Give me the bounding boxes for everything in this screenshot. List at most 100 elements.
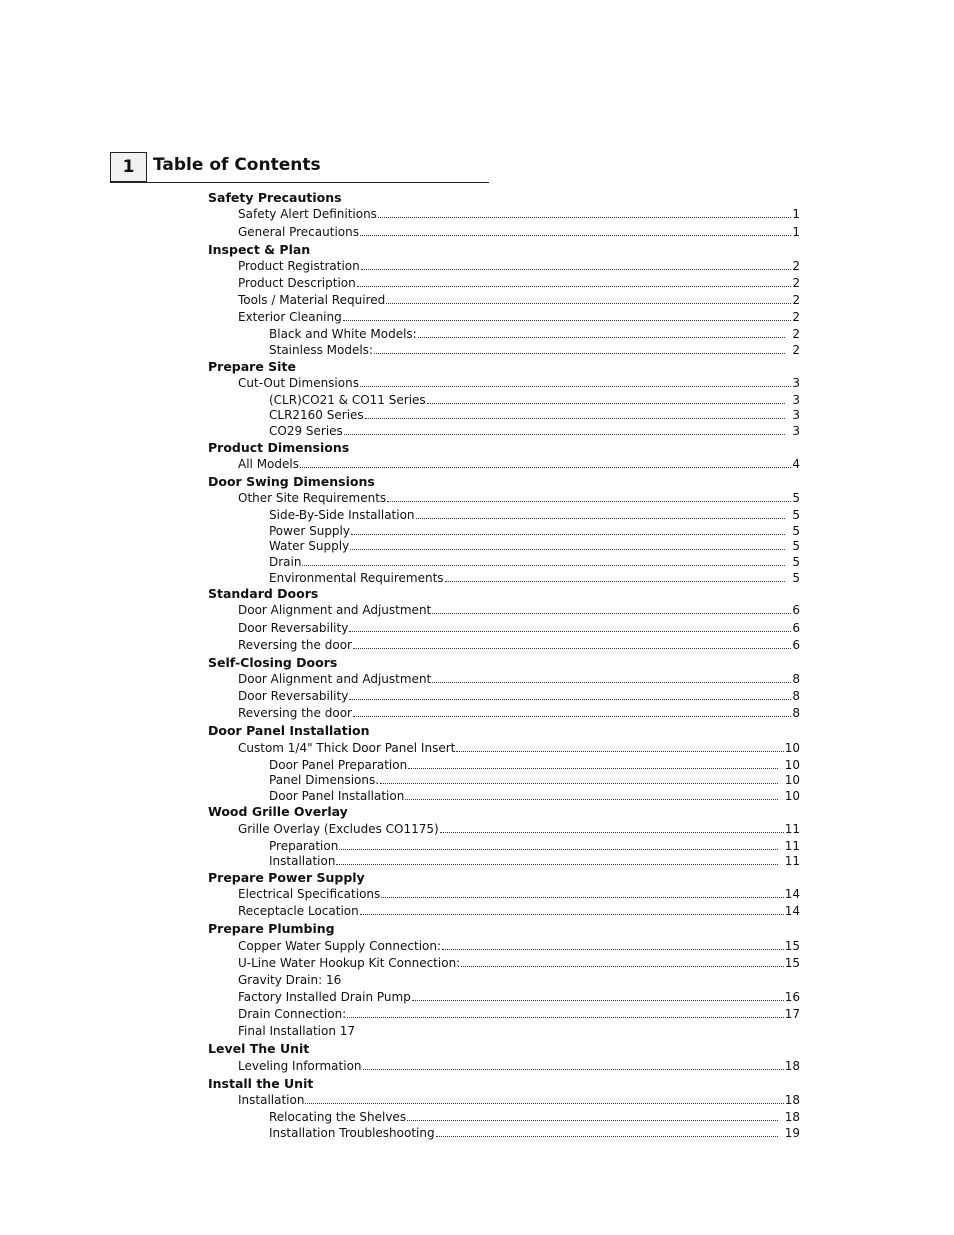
toc-entry[interactable]: Door Reversability 6 (238, 621, 800, 635)
toc-entry[interactable]: (CLR)CO21 & CO11 Series 3 (269, 393, 800, 407)
toc-entry[interactable]: CLR2160 Series 3 (269, 408, 800, 422)
dot-leader (349, 699, 792, 700)
toc-entry-label: Wood Grille Overlay (208, 804, 348, 819)
toc-entry-label: General Precautions (238, 225, 359, 239)
dot-leader (387, 501, 792, 502)
dot-leader (386, 303, 792, 304)
toc-entry[interactable]: Side-By-Side Installation 5 (269, 508, 800, 522)
toc-entry-label: Product Registration (238, 259, 360, 273)
toc-entry[interactable]: Door Alignment and Adjustment 8 (238, 672, 800, 686)
toc-entry[interactable]: Leveling Information 18 (238, 1059, 800, 1073)
toc-entry[interactable]: U-Line Water Hookup Kit Connection: 15 (238, 956, 800, 970)
toc-page-number: 6 (792, 603, 800, 617)
toc-entry[interactable]: Water Supply 5 (269, 539, 800, 553)
dot-leader (405, 799, 778, 800)
toc-entry-label: CO29 Series (269, 424, 343, 438)
toc-entry-label: Reversing the door (238, 706, 352, 720)
toc-entry[interactable]: Installation Troubleshooting 19 (269, 1126, 800, 1140)
toc-entry[interactable]: Relocating the Shelves 18 (269, 1110, 800, 1124)
toc-page-number: 18 (784, 1093, 800, 1107)
toc-entry-label: Power Supply (269, 524, 350, 538)
toc-entry[interactable]: Black and White Models: 2 (269, 327, 800, 341)
title-divider (110, 182, 489, 183)
dot-leader (362, 1069, 784, 1070)
toc-entry[interactable]: General Precautions 1 (238, 225, 800, 239)
dot-leader (439, 832, 784, 833)
toc-entry-label: Exterior Cleaning (238, 310, 342, 324)
toc-entry[interactable]: Tools / Material Required 2 (238, 293, 800, 307)
toc-page-number: 5 (792, 508, 800, 522)
toc-page-number: 15 (784, 939, 800, 953)
toc-entry[interactable]: Safety Alert Definitions 1 (238, 207, 800, 221)
toc-entry[interactable]: Door Panel Installation 10 (269, 789, 800, 803)
toc-page-number: 15 (784, 956, 800, 970)
toc-entry[interactable]: Other Site Requirements 5 (238, 491, 800, 505)
toc-section-heading: Self-Closing Doors (208, 655, 337, 670)
toc-entry-label: Safety Precautions (208, 190, 342, 205)
dot-leader (381, 897, 784, 898)
toc-entry[interactable]: Reversing the door 6 (238, 638, 800, 652)
toc-entry[interactable]: Drain 5 (269, 555, 800, 569)
toc-entry[interactable]: Panel Dimensions. 10 (269, 773, 800, 787)
dot-leader (408, 768, 778, 769)
toc-entry[interactable]: Exterior Cleaning 2 (238, 310, 800, 324)
toc-entry[interactable]: Factory Installed Drain Pump 16 (238, 990, 800, 1004)
toc-entry[interactable]: Cut-Out Dimensions 3 (238, 376, 800, 390)
toc-entry-label: Leveling Information (238, 1059, 362, 1073)
toc-page-number: 5 (792, 555, 800, 569)
toc-entry-label: Door Panel Installation (269, 789, 405, 803)
toc-entry[interactable]: All Models 4 (238, 457, 800, 471)
toc-page-number: 8 (792, 706, 800, 720)
toc-entry-label: Factory Installed Drain Pump (238, 990, 411, 1004)
toc-page-number: 6 (792, 621, 800, 635)
toc-section-heading: Prepare Power Supply (208, 870, 365, 885)
toc-page-number: 1 (792, 225, 800, 239)
toc-entry[interactable]: Installation 18 (238, 1093, 800, 1107)
dot-leader (352, 716, 792, 717)
toc-entry[interactable]: Grille Overlay (Excludes CO1175) 11 (238, 822, 800, 836)
toc-entry[interactable]: Reversing the door 8 (238, 706, 800, 720)
dot-leader (351, 534, 786, 535)
dot-leader (415, 518, 786, 519)
dot-leader (359, 914, 784, 915)
toc-entry[interactable]: Door Alignment and Adjustment 6 (238, 603, 800, 617)
toc-entry[interactable]: Final Installation 17 (238, 1024, 800, 1038)
toc-entry-label: Door Panel Preparation (269, 758, 408, 772)
toc-entry[interactable]: Gravity Drain: 16 (238, 973, 800, 987)
toc-entry[interactable]: Door Reversability 8 (238, 689, 800, 703)
toc-entry[interactable]: Environmental Requirements 5 (269, 571, 800, 585)
toc-entry[interactable]: Door Panel Preparation 10 (269, 758, 800, 772)
toc-entry-label: Custom 1/4" Thick Door Panel Insert (238, 741, 456, 755)
dot-leader (432, 613, 792, 614)
toc-entry[interactable]: Custom 1/4" Thick Door Panel Insert 10 (238, 741, 800, 755)
toc-page-number: 3 (792, 376, 800, 390)
dot-leader (343, 434, 786, 435)
toc-section-heading: Safety Precautions (208, 190, 342, 205)
toc-entry-label: Door Swing Dimensions (208, 474, 375, 489)
toc-entry[interactable]: Electrical Specifications 14 (238, 887, 800, 901)
toc-entry[interactable]: Preparation 11 (269, 839, 800, 853)
dot-leader (432, 682, 792, 683)
toc-entry-label: Drain Connection: (238, 1007, 347, 1021)
toc-entry-label: Door Reversability (238, 689, 349, 703)
dot-leader (417, 337, 786, 338)
toc-entry[interactable]: Installation 11 (269, 854, 800, 868)
toc-page-number: 18 (784, 1059, 800, 1073)
toc-entry[interactable]: Drain Connection: 17 (238, 1007, 800, 1021)
toc-page-number: 11 (784, 854, 800, 868)
toc-section-heading: Prepare Site (208, 359, 296, 374)
toc-entry-label: Relocating the Shelves (269, 1110, 407, 1124)
toc-entry-label: Prepare Power Supply (208, 870, 365, 885)
toc-entry[interactable]: Receptacle Location 14 (238, 904, 800, 918)
chapter-number: 1 (110, 152, 147, 182)
toc-page-number: 16 (784, 990, 800, 1004)
toc-entry-label: CLR2160 Series (269, 408, 364, 422)
toc-entry[interactable]: Power Supply 5 (269, 524, 800, 538)
toc-entry-label: Reversing the door (238, 638, 352, 652)
toc-entry[interactable]: Copper Water Supply Connection: 15 (238, 939, 800, 953)
toc-entry[interactable]: Product Registration 2 (238, 259, 800, 273)
toc-entry[interactable]: CO29 Series 3 (269, 424, 800, 438)
toc-entry[interactable]: Product Description 2 (238, 276, 800, 290)
toc-page-number: 14 (784, 904, 800, 918)
toc-entry[interactable]: Stainless Models: 2 (269, 343, 800, 357)
